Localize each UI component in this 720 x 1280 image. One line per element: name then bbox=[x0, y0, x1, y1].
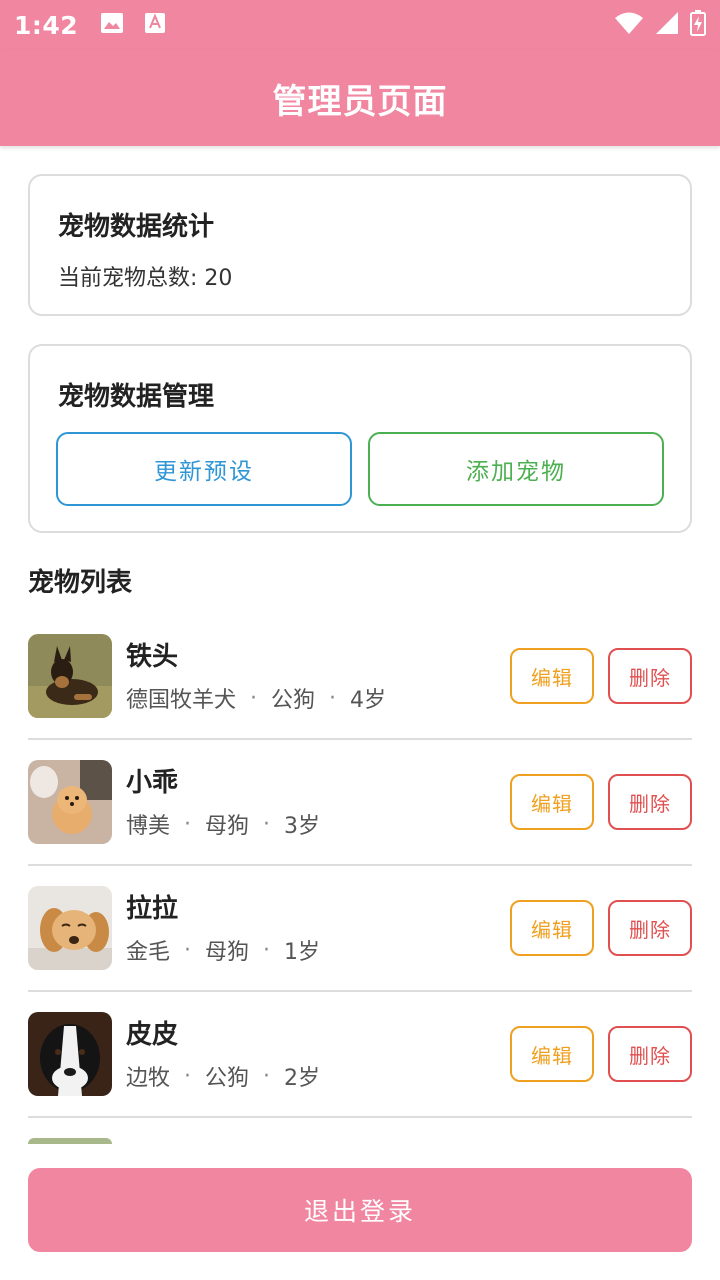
app-bar: 管理员页面 bbox=[0, 50, 720, 146]
pet-details: 博美 · 母狗 · 3岁 bbox=[126, 808, 320, 840]
pet-list-item[interactable]: 小乖 博美 · 母狗 · 3岁 编辑 删除 bbox=[28, 740, 692, 866]
pet-list[interactable]: 铁头 德国牧羊犬 · 公狗 · 4岁 编辑 删除 小乖 博美 · 母狗 · 3岁… bbox=[28, 614, 692, 1141]
pet-list-item[interactable]: 皮皮 边牧 · 公狗 · 2岁 编辑 删除 bbox=[28, 992, 692, 1118]
pet-photo bbox=[28, 634, 112, 718]
pet-details: 德国牧羊犬 · 公狗 · 4岁 bbox=[126, 682, 386, 714]
status-time: 1:42 bbox=[14, 10, 79, 40]
stats-card: 宠物数据统计 当前宠物总数: 20 bbox=[28, 174, 692, 316]
delete-button[interactable]: 删除 bbox=[608, 648, 692, 704]
separator-dot: · bbox=[329, 685, 337, 711]
pet-photo bbox=[28, 760, 112, 844]
separator-dot: · bbox=[184, 811, 192, 837]
pet-details: 边牧 · 公狗 · 2岁 bbox=[126, 1060, 320, 1092]
pet-gender: 母狗 bbox=[205, 814, 250, 839]
manage-card-title: 宠物数据管理 bbox=[58, 382, 215, 412]
pet-breed: 德国牧羊犬 bbox=[126, 688, 237, 713]
pet-age: 4岁 bbox=[350, 688, 387, 713]
delete-button[interactable]: 删除 bbox=[608, 1026, 692, 1082]
pet-list-item[interactable]: 铁头 德国牧羊犬 · 公狗 · 4岁 编辑 删除 bbox=[28, 614, 692, 740]
separator-dot: · bbox=[263, 811, 271, 837]
signal-icon bbox=[654, 11, 680, 39]
text-icon bbox=[144, 12, 166, 38]
pet-details: 金毛 · 母狗 · 1岁 bbox=[126, 934, 320, 966]
separator-dot: · bbox=[184, 1063, 192, 1089]
stats-card-title: 宠物数据统计 bbox=[58, 212, 215, 242]
manage-card: 宠物数据管理 更新预设 添加宠物 bbox=[28, 344, 692, 533]
pet-age: 2岁 bbox=[284, 1066, 321, 1091]
pet-breed: 金毛 bbox=[126, 940, 171, 965]
pet-photo bbox=[28, 886, 112, 970]
edit-button[interactable]: 编辑 bbox=[510, 774, 594, 830]
edit-button[interactable]: 编辑 bbox=[510, 648, 594, 704]
page-title: 管理员页面 bbox=[272, 81, 448, 122]
pet-age: 1岁 bbox=[284, 940, 321, 965]
status-bar: 1:42 bbox=[0, 0, 720, 50]
pet-list-title: 宠物列表 bbox=[28, 568, 133, 598]
separator-dot: · bbox=[184, 937, 192, 963]
separator-dot: · bbox=[250, 685, 258, 711]
wifi-icon bbox=[614, 11, 644, 39]
add-pet-button[interactable]: 添加宠物 bbox=[368, 432, 664, 506]
delete-button[interactable]: 删除 bbox=[608, 774, 692, 830]
pet-breed: 博美 bbox=[126, 814, 171, 839]
delete-button[interactable]: 删除 bbox=[608, 900, 692, 956]
edit-button[interactable]: 编辑 bbox=[510, 900, 594, 956]
pet-name: 皮皮 bbox=[126, 1020, 179, 1050]
image-icon bbox=[100, 12, 124, 38]
total-pets-count: 当前宠物总数: 20 bbox=[58, 266, 233, 291]
pet-gender: 母狗 bbox=[205, 940, 250, 965]
pet-name: 拉拉 bbox=[126, 894, 179, 924]
pet-list-item[interactable]: 拉拉 金毛 · 母狗 · 1岁 编辑 删除 bbox=[28, 866, 692, 992]
battery-charging-icon bbox=[690, 10, 706, 40]
update-presets-button[interactable]: 更新预设 bbox=[56, 432, 352, 506]
edit-button[interactable]: 编辑 bbox=[510, 1026, 594, 1082]
pet-gender: 公狗 bbox=[205, 1066, 250, 1091]
pet-name: 铁头 bbox=[126, 642, 179, 672]
pet-gender: 公狗 bbox=[271, 688, 316, 713]
pet-name: 小乖 bbox=[126, 768, 179, 798]
separator-dot: · bbox=[263, 1063, 271, 1089]
logout-button[interactable]: 退出登录 bbox=[28, 1168, 692, 1252]
separator-dot: · bbox=[263, 937, 271, 963]
pet-breed: 边牧 bbox=[126, 1066, 171, 1091]
pet-age: 3岁 bbox=[284, 814, 321, 839]
pet-photo-partial bbox=[28, 1138, 112, 1144]
pet-photo bbox=[28, 1012, 112, 1096]
